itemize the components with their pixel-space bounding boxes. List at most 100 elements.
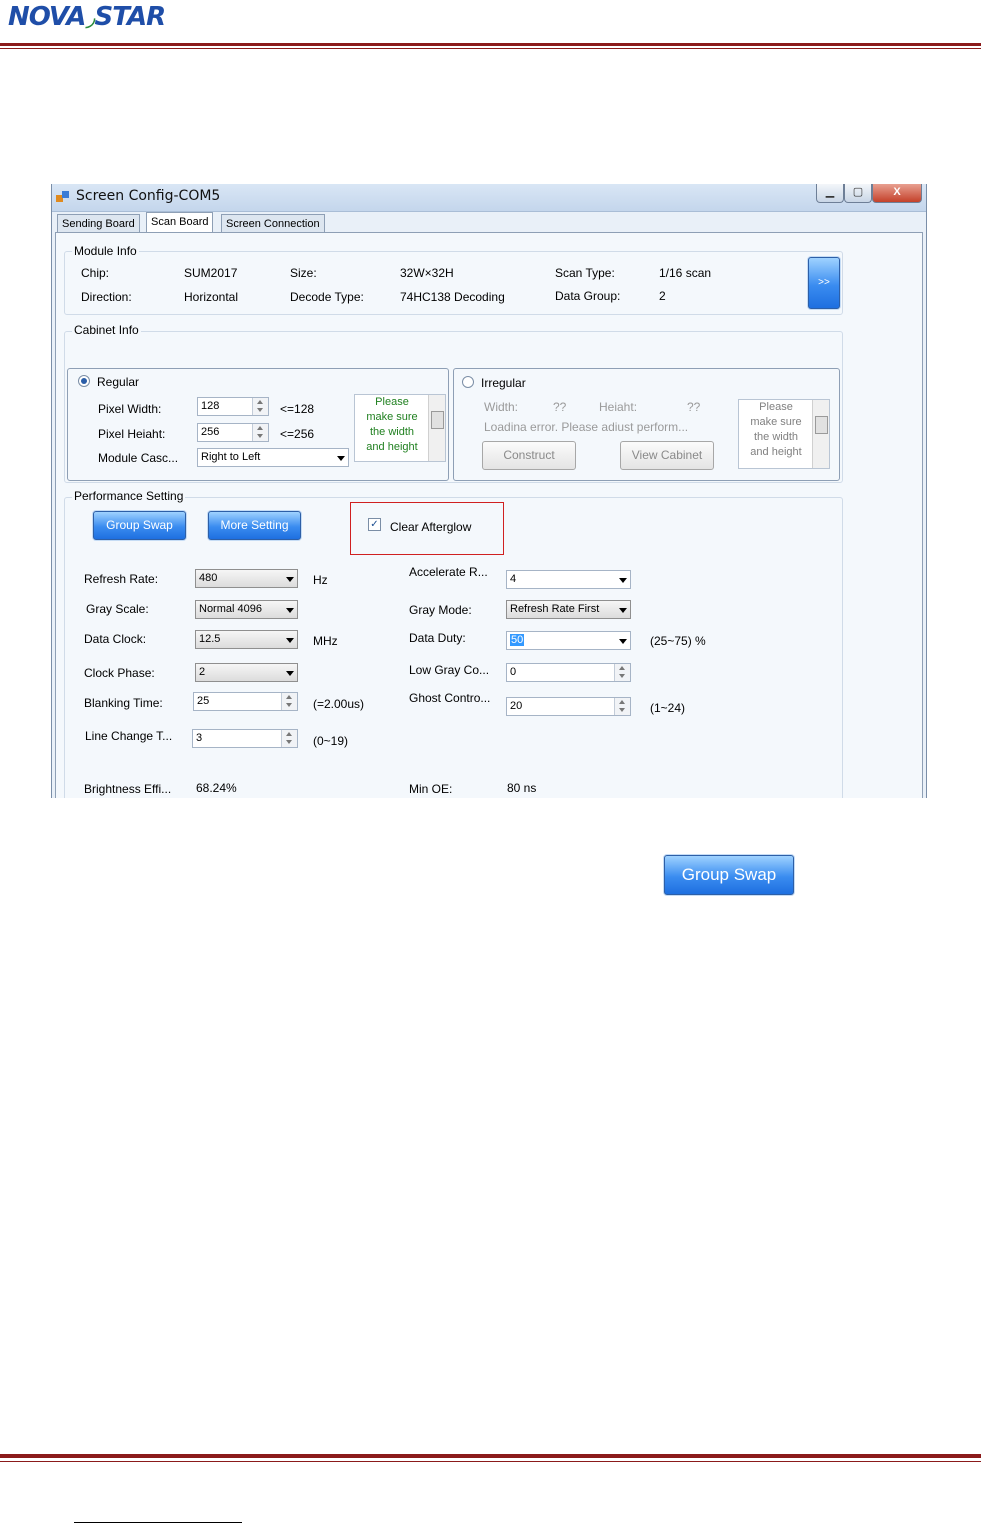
chevron-down-icon: [286, 638, 294, 643]
refresh-rate-select[interactable]: 480: [195, 569, 298, 588]
scan-board-pane: Module Info Chip: SUM2017 Size: 32W×32H …: [55, 232, 923, 798]
irregular-width-value: ??: [553, 400, 567, 414]
header-rule: [0, 43, 981, 46]
footnote-rule: [74, 1522, 242, 1523]
blanking-time-spinner[interactable]: [281, 693, 297, 710]
regular-radio[interactable]: [78, 375, 90, 387]
note-scrollbar[interactable]: [812, 400, 829, 468]
clock-phase-label: Clock Phase:: [84, 666, 155, 680]
note-line: Please: [375, 396, 409, 408]
note-line: and height: [750, 446, 802, 458]
app-icon: [56, 190, 70, 204]
data-duty-value: 50: [510, 634, 525, 646]
chevron-down-icon: [619, 578, 627, 583]
pixel-height-spinner[interactable]: [252, 424, 268, 441]
pixel-width-label: Pixel Width:: [98, 402, 162, 416]
low-gray-label: Low Gray Co...: [409, 663, 490, 677]
chevron-down-icon: [286, 608, 294, 613]
pixel-width-input[interactable]: 128: [197, 397, 269, 416]
chevron-down-icon: [286, 671, 294, 676]
tab-sending-board[interactable]: Sending Board: [57, 214, 140, 233]
pixel-height-input[interactable]: 256: [197, 423, 269, 442]
clock-phase-select[interactable]: 2: [195, 663, 298, 682]
footer-rule-thin: [0, 1461, 981, 1462]
module-info-group: [64, 251, 843, 315]
decode-type-value: 74HC138 Decoding: [400, 290, 505, 304]
module-info-label: Module Info: [72, 244, 139, 258]
direction-label: Direction:: [81, 290, 132, 304]
group-swap-button[interactable]: Group Swap: [93, 511, 186, 540]
note-scrollbar[interactable]: [428, 395, 445, 461]
chip-label: Chip:: [81, 266, 110, 280]
irregular-note: Please make sure the width and height: [738, 399, 830, 469]
pixel-height-limit: <=256: [280, 427, 315, 441]
data-duty-select[interactable]: 50: [506, 631, 631, 650]
ghost-control-input[interactable]: 20: [506, 697, 631, 716]
pixel-width-spinner[interactable]: [252, 398, 268, 415]
data-duty-range: (25~75) %: [650, 634, 706, 648]
note-line: the width: [369, 426, 415, 438]
clear-afterglow-checkbox[interactable]: ✓: [368, 518, 381, 531]
data-clock-label: Data Clock:: [84, 632, 147, 646]
more-setting-button[interactable]: More Setting: [208, 511, 301, 540]
brightness-value: 68.24%: [196, 781, 237, 795]
min-oe-value: 80 ns: [507, 781, 537, 795]
chevron-down-icon: [337, 456, 345, 461]
header-rule-thin: [0, 48, 981, 49]
line-change-spinner[interactable]: [281, 730, 297, 747]
ghost-control-label: Ghost Contro...: [409, 691, 491, 705]
module-cascade-select[interactable]: Right to Left: [197, 448, 349, 467]
note-line: Please: [759, 401, 793, 413]
irregular-radio[interactable]: [462, 376, 474, 388]
low-gray-input[interactable]: 0: [506, 663, 631, 682]
group-swap-button-image: Group Swap: [664, 855, 794, 895]
minimize-button[interactable]: ▁: [816, 184, 844, 203]
chip-value: SUM2017: [184, 266, 238, 280]
tab-screen-connection[interactable]: Screen Connection: [221, 214, 325, 233]
tab-scan-board[interactable]: Scan Board: [146, 212, 214, 234]
data-clock-select[interactable]: 12.5: [195, 630, 298, 649]
expand-button[interactable]: >>: [808, 257, 840, 309]
gray-mode-select[interactable]: Refresh Rate First: [506, 600, 631, 619]
chevron-down-icon: [619, 608, 627, 613]
close-button[interactable]: X: [872, 184, 922, 203]
performance-label: Performance Setting: [72, 489, 186, 503]
data-group-label: Data Group:: [555, 289, 621, 303]
direction-value: Horizontal: [184, 290, 239, 304]
size-value: 32W×32H: [400, 266, 454, 280]
gray-scale-select[interactable]: Normal 4096: [195, 600, 298, 619]
line-change-input[interactable]: 3: [192, 729, 298, 748]
cabinet-info-label: Cabinet Info: [72, 323, 141, 337]
low-gray-spinner[interactable]: [614, 664, 630, 681]
blanking-time-input[interactable]: 25: [193, 692, 298, 711]
refresh-rate-label: Refresh Rate:: [84, 572, 159, 586]
note-line: the width: [753, 431, 799, 443]
size-label: Size:: [290, 266, 317, 280]
scroll-thumb[interactable]: [431, 411, 444, 429]
data-clock-unit: MHz: [313, 634, 338, 648]
restore-button[interactable]: ▢: [844, 184, 872, 203]
regular-label: Regular: [97, 375, 140, 389]
irregular-height-label: Heiaht:: [599, 400, 638, 414]
construct-button[interactable]: Construct: [482, 441, 576, 470]
line-change-label: Line Change T...: [85, 729, 173, 743]
ghost-control-spinner[interactable]: [614, 698, 630, 715]
scroll-thumb[interactable]: [815, 416, 828, 434]
novastar-logo: NOVA◞STAR: [8, 2, 166, 32]
title-bar: Screen Config-COM5 ▁ ▢ X: [52, 184, 926, 212]
data-group-value: 2: [659, 289, 666, 303]
decode-type-label: Decode Type:: [290, 290, 364, 304]
accelerate-select[interactable]: 4: [506, 570, 631, 589]
view-cabinet-button[interactable]: View Cabinet: [620, 441, 714, 470]
note-line: make sure: [366, 411, 418, 423]
chevron-down-icon: [286, 577, 294, 582]
data-duty-label: Data Duty:: [409, 631, 466, 645]
chevron-down-icon: [619, 639, 627, 644]
blanking-time-note: (=2.00us): [313, 697, 365, 711]
pixel-height-label: Pixel Heiaht:: [98, 427, 166, 441]
clear-afterglow-label: Clear Afterglow: [390, 520, 472, 534]
min-oe-label: Min OE:: [409, 782, 453, 796]
note-line: make sure: [750, 416, 802, 428]
blanking-time-label: Blanking Time:: [84, 696, 163, 710]
gray-mode-label: Gray Mode:: [409, 603, 472, 617]
